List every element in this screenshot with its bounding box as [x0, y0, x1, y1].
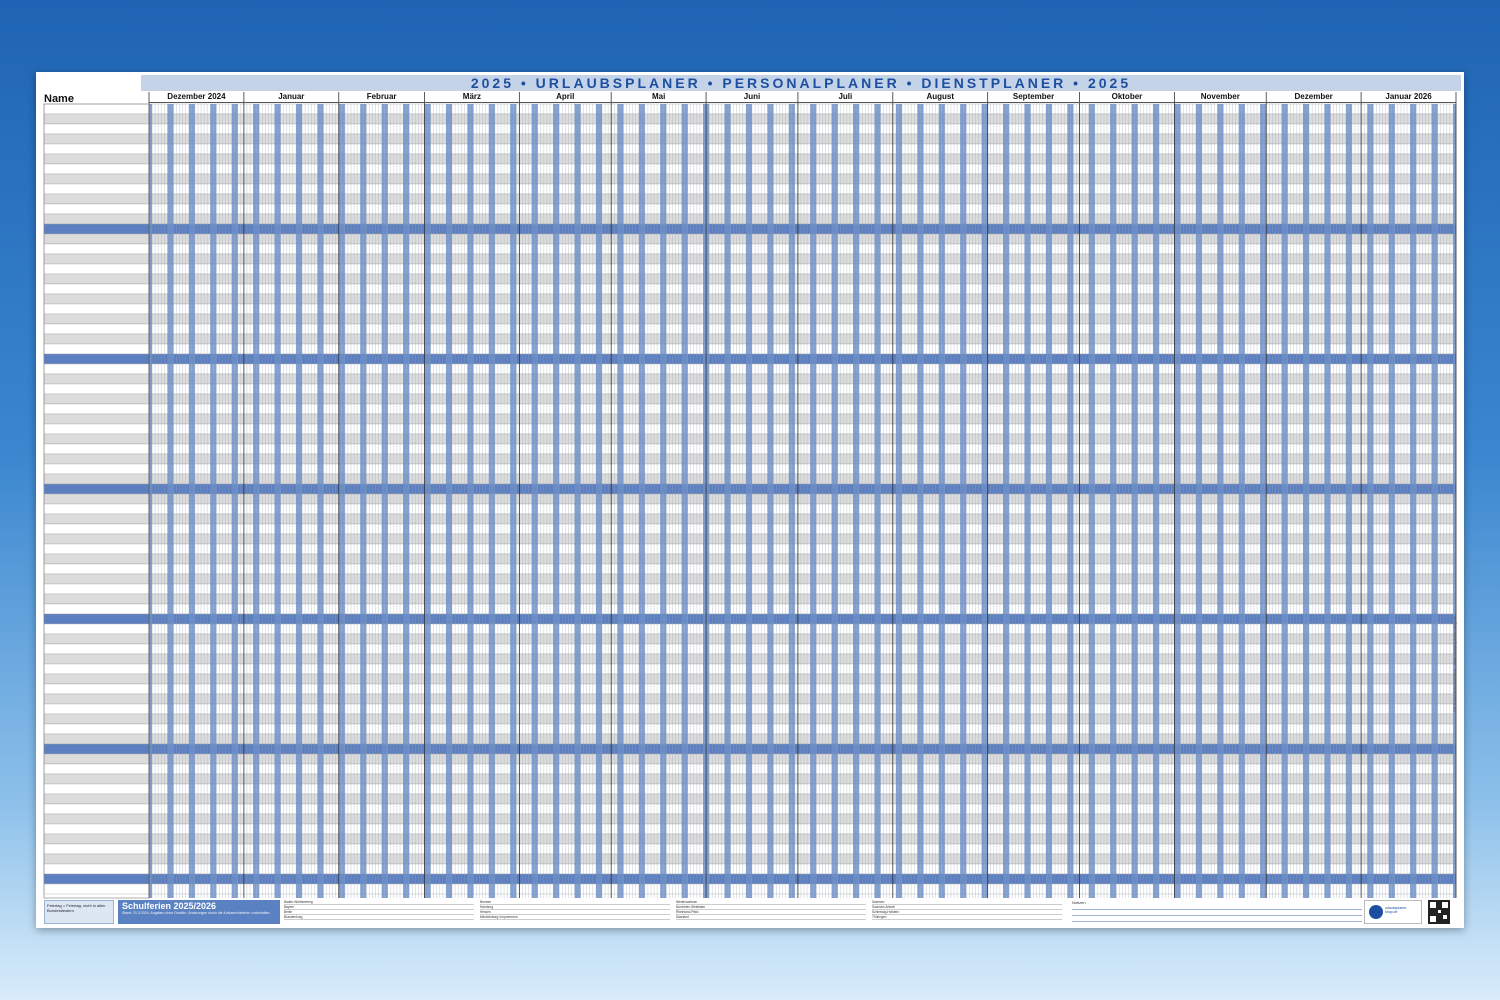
planner-poster: 2025 • URLAUBSPLANER • PERSONALPLANER • …	[36, 72, 1464, 928]
month-label: April	[519, 92, 612, 103]
logo-icon	[1369, 905, 1383, 919]
notes-line[interactable]	[1072, 905, 1362, 910]
month-label: Februar	[338, 92, 425, 103]
notes-line[interactable]	[1072, 911, 1362, 916]
school-holidays-box: Schulferien 2025/2026 Stand: 21.3.2024. …	[118, 900, 280, 924]
logo-text: urlaubsplaner-shop.de	[1385, 906, 1408, 914]
month-headers: Dezember 2024 Januar Februar März April Mai Ju…	[36, 72, 1464, 928]
month-label: März	[424, 92, 520, 103]
month-label: November	[1174, 92, 1267, 103]
states-table-2: Bremen Hamburg Hessen Mecklenburg-Vorpom…	[480, 900, 670, 924]
month-label: September	[987, 92, 1080, 103]
month-label: Dezember	[1266, 92, 1362, 103]
state-row: Brandenburg	[284, 915, 474, 920]
school-holidays-note: Stand: 21.3.2024. Angaben ohne Gewähr. Ä…	[122, 911, 271, 915]
month-label: Mai	[611, 92, 707, 103]
states-table-3: Niedersachsen Nordrhein-Westfalen Rheinl…	[676, 900, 866, 924]
month-label: Januar 2026	[1361, 92, 1456, 103]
notes-line[interactable]	[1072, 917, 1362, 922]
qr-code-icon	[1428, 900, 1450, 924]
states-table-4: Sachsen Sachsen-Anhalt Schleswig-Holstei…	[872, 900, 1062, 924]
school-holidays-title: Schulferien 2025/2026	[122, 901, 217, 911]
month-label: Januar	[243, 92, 339, 103]
footer: Feiertag = Feiertag, nicht in allen Bund…	[44, 900, 1456, 924]
side-imprint: Die Kalendermanufaktur · www.urlaubsplan…	[1452, 615, 1457, 712]
month-label: August	[892, 92, 988, 103]
month-label: Juni	[706, 92, 798, 103]
publisher-logo: urlaubsplaner-shop.de	[1364, 900, 1422, 924]
state-row: Saarland	[676, 915, 866, 920]
states-table-1: Baden-Württemberg Bayern Berlin Brandenb…	[284, 900, 474, 924]
month-label: Oktober	[1079, 92, 1175, 103]
month-label: Dezember 2024	[149, 92, 244, 103]
state-row: Mecklenburg-Vorpommern	[480, 915, 670, 920]
state-row: Thüringen	[872, 915, 1062, 920]
holiday-legend: Feiertag = Feiertag, nicht in allen Bund…	[44, 900, 114, 924]
month-label: Juli	[797, 92, 893, 103]
notes-area[interactable]: Notizen	[1072, 900, 1362, 924]
